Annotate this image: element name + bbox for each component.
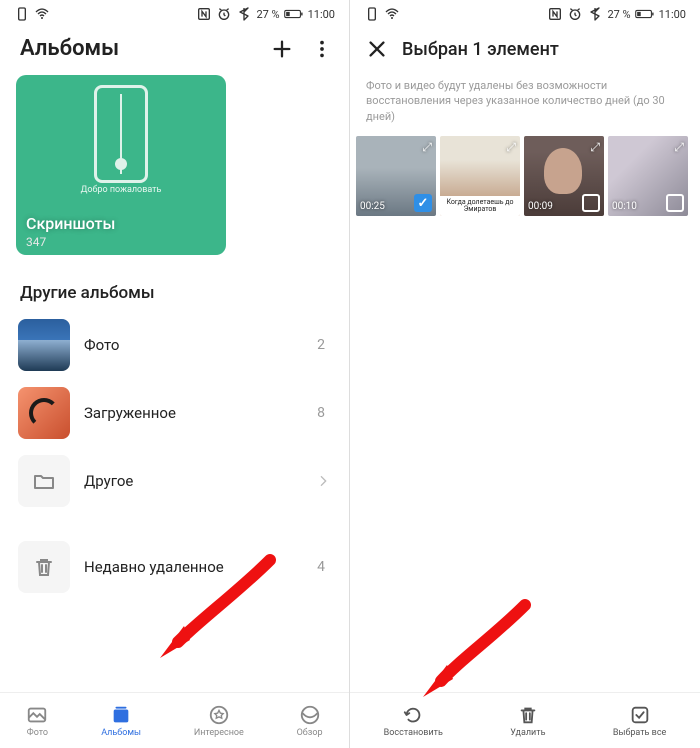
close-icon[interactable] <box>366 38 388 60</box>
nav-label: Интересное <box>194 728 244 738</box>
battery-icon <box>635 4 655 24</box>
alarm-icon <box>216 6 232 22</box>
battery-percent: 27 % <box>607 8 630 21</box>
deleted-item[interactable]: ⤢ 00:25 <box>356 136 436 216</box>
video-duration: 00:10 <box>612 201 637 212</box>
checkbox-unselected[interactable] <box>666 194 684 212</box>
trash-icon <box>18 541 70 593</box>
sim-icon <box>364 6 380 22</box>
nav-albums[interactable]: Альбомы <box>101 704 141 738</box>
add-icon[interactable] <box>271 38 293 60</box>
album-row-downloads[interactable]: Загруженное 8 <box>0 379 349 447</box>
bluetooth-icon <box>236 6 252 22</box>
alarm-icon <box>567 6 583 22</box>
sim-icon <box>14 6 30 22</box>
action-label: Восстановить <box>384 728 443 738</box>
deleted-item[interactable]: ⤢ 00:09 <box>524 136 604 216</box>
action-label: Выбрать все <box>613 728 666 738</box>
album-thumb <box>18 387 70 439</box>
album-label: Другое <box>84 472 301 490</box>
bottom-nav: Фото Альбомы Интересное Обзор <box>0 692 349 748</box>
deleted-item[interactable]: ⤢ Когда долетаешь до Эмиратов <box>440 136 520 216</box>
video-duration: 00:09 <box>528 201 553 212</box>
featured-count: 347 <box>26 235 46 249</box>
nfc-icon <box>196 6 212 22</box>
phone-screen-recently-deleted: 27 % 11:00 Выбран 1 элемент Фото и видео… <box>350 0 700 748</box>
status-time: 11:00 <box>308 8 335 21</box>
bluetooth-icon <box>587 6 603 22</box>
deleted-item[interactable]: ⤢ 00:10 <box>608 136 688 216</box>
bottom-actions: Восстановить Удалить Выбрать все <box>350 692 700 748</box>
nav-label: Альбомы <box>101 728 141 738</box>
nav-label: Обзор <box>297 728 323 738</box>
select-all-icon <box>629 704 651 726</box>
album-label: Загруженное <box>84 404 303 422</box>
deleted-items-strip: ⤢ 00:25 ⤢ Когда долетаешь до Эмиратов ⤢ … <box>350 132 700 220</box>
status-time: 11:00 <box>659 8 686 21</box>
selection-header: Выбран 1 элемент <box>350 28 700 68</box>
nav-overview[interactable]: Обзор <box>297 704 323 738</box>
page-title: Альбомы <box>20 36 119 61</box>
featured-welcome-text: Добро пожаловать <box>16 185 226 195</box>
album-row-photo[interactable]: Фото 2 <box>0 311 349 379</box>
status-bar: 27 % 11:00 <box>350 0 700 28</box>
folder-icon <box>18 455 70 507</box>
photo-icon <box>26 704 48 726</box>
restore-button[interactable]: Восстановить <box>384 704 443 738</box>
expand-icon: ⤢ <box>506 140 516 155</box>
album-count: 4 <box>317 559 331 575</box>
select-all-button[interactable]: Выбрать все <box>613 704 666 738</box>
expand-icon: ⤢ <box>422 140 432 155</box>
status-bar: 27 % 11:00 <box>0 0 349 28</box>
trash-icon <box>517 704 539 726</box>
battery-icon <box>284 4 304 24</box>
albums-icon <box>110 704 132 726</box>
video-duration: 00:25 <box>360 201 385 212</box>
album-row-recently-deleted[interactable]: Недавно удаленное 4 <box>0 533 349 601</box>
album-label: Недавно удаленное <box>84 558 303 576</box>
action-label: Удалить <box>510 728 545 738</box>
nav-photo[interactable]: Фото <box>26 704 48 738</box>
thumb-caption: Когда долетаешь до Эмиратов <box>440 196 520 216</box>
nfc-icon <box>547 6 563 22</box>
wifi-icon <box>384 6 400 22</box>
more-icon[interactable] <box>311 38 333 60</box>
tutorial-arrow-restore <box>415 595 535 700</box>
star-circle-icon <box>208 704 230 726</box>
checkbox-unselected[interactable] <box>582 194 600 212</box>
albums-header: Альбомы <box>0 28 349 69</box>
featured-album-screenshots[interactable]: Добро пожаловать Скриншоты 347 <box>16 75 226 255</box>
featured-label: Скриншоты <box>26 214 115 233</box>
album-count: 8 <box>317 405 331 421</box>
battery-percent: 27 % <box>256 8 279 21</box>
globe-icon <box>299 704 321 726</box>
album-row-other[interactable]: Другое <box>0 447 349 515</box>
chevron-right-icon <box>315 473 331 489</box>
album-label: Фото <box>84 336 303 354</box>
album-count: 2 <box>317 337 331 353</box>
album-thumb <box>18 319 70 371</box>
delete-button[interactable]: Удалить <box>510 704 545 738</box>
expand-icon: ⤢ <box>674 140 684 155</box>
checkbox-selected[interactable] <box>414 194 432 212</box>
nav-interesting[interactable]: Интересное <box>194 704 244 738</box>
section-title-other-albums: Другие альбомы <box>0 255 349 311</box>
restore-icon <box>402 704 424 726</box>
selection-title: Выбран 1 элемент <box>402 39 559 60</box>
phone-screen-albums: 27 % 11:00 Альбомы Добро пожаловать Скри… <box>0 0 350 748</box>
nav-label: Фото <box>27 728 48 738</box>
wifi-icon <box>34 6 50 22</box>
featured-illustration <box>94 85 148 183</box>
deletion-note: Фото и видео будут удалены без возможнос… <box>350 68 700 132</box>
expand-icon: ⤢ <box>590 140 600 155</box>
